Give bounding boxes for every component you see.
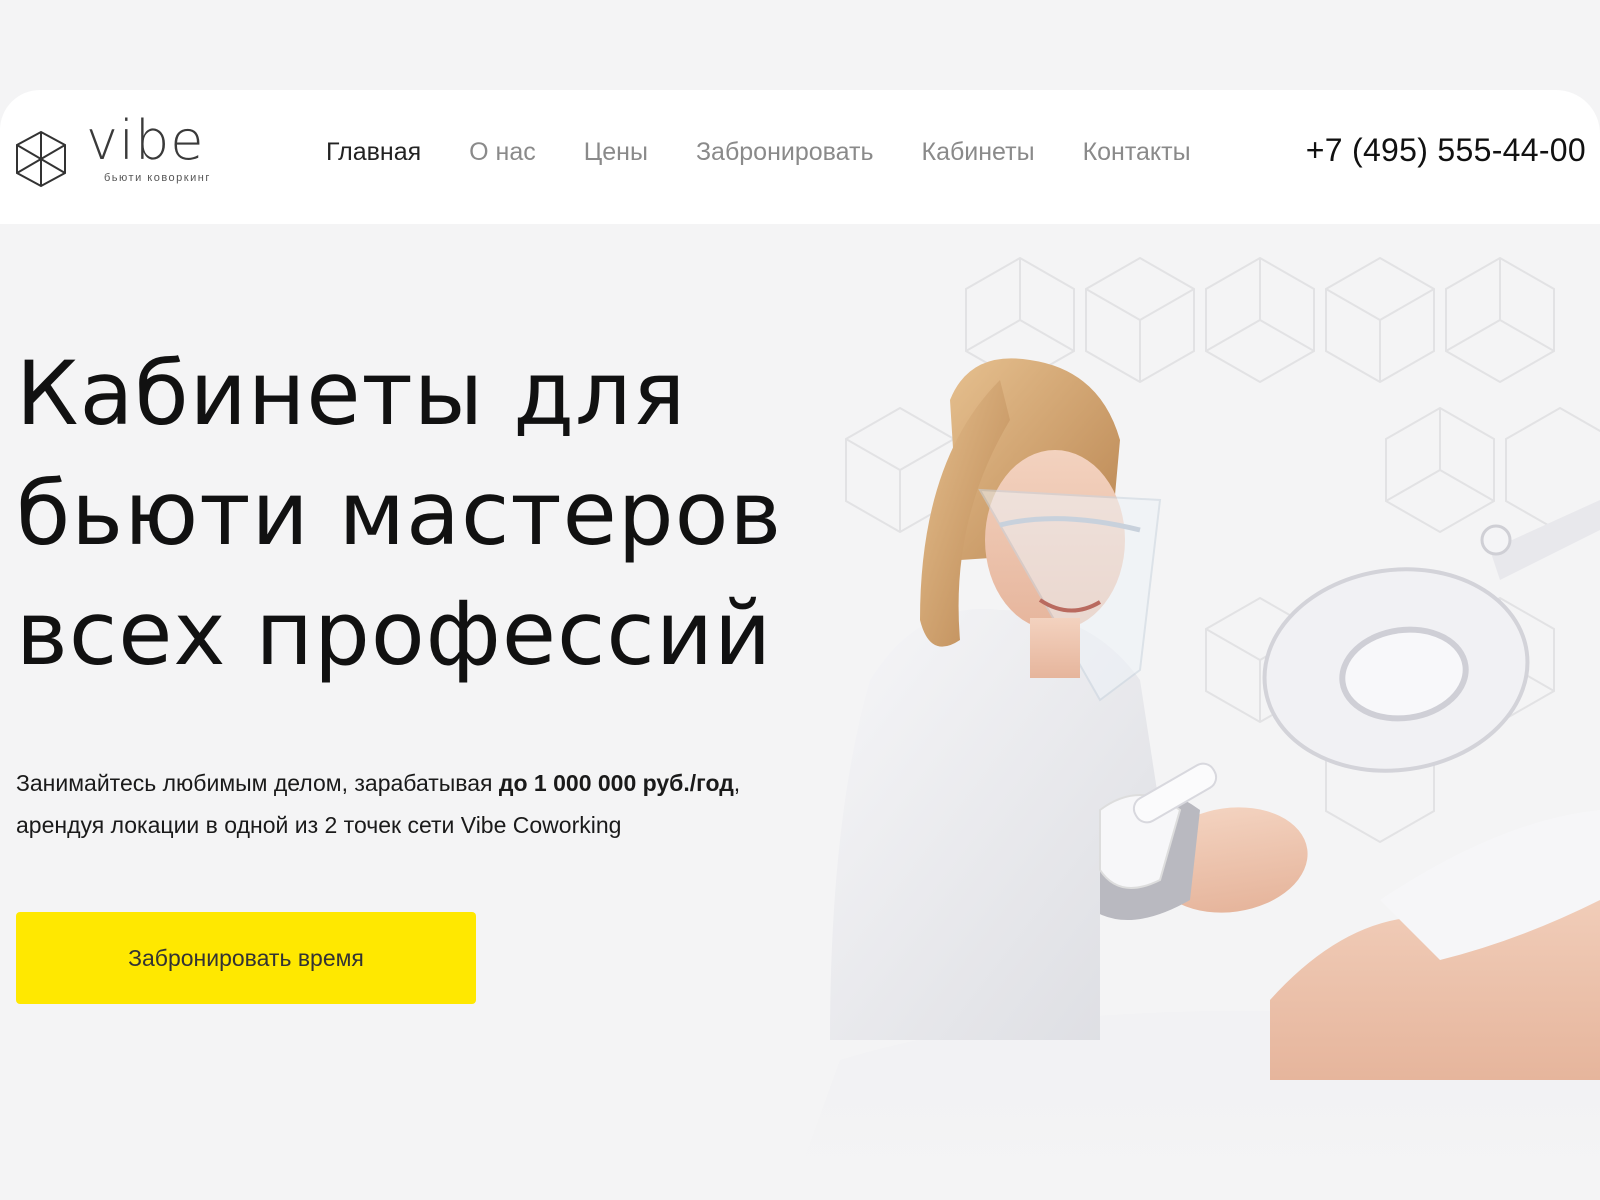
- beautician: [830, 358, 1218, 1040]
- hero-title: Кабинеты для бьюти мастеров всех професс…: [16, 334, 836, 694]
- hero-title-line-1: Кабинеты для: [16, 342, 687, 445]
- phone-link[interactable]: +7 (495) 555-44-00: [1306, 132, 1586, 169]
- nav-link-about[interactable]: О нас: [469, 138, 536, 167]
- book-time-button[interactable]: Забронировать время: [16, 912, 476, 1004]
- magnifier-lamp: [1262, 500, 1600, 773]
- hero-subtitle-income: до 1 000 000 руб./год: [498, 770, 734, 796]
- nav-link-contacts[interactable]: Контакты: [1083, 138, 1191, 167]
- hero-subtitle-comma: ,: [733, 770, 741, 796]
- nav-link-prices[interactable]: Цены: [584, 138, 648, 167]
- page: vibe бьюти коворкинг Главная О нас Цены …: [0, 0, 1600, 1200]
- hero-title-line-3: всех профессий: [16, 582, 773, 685]
- main-nav: Главная О нас Цены Забронировать Кабинет…: [326, 134, 1239, 170]
- hero-subtitle-text: Занимайтесь любимым делом, зарабатывая: [16, 770, 499, 796]
- logo[interactable]: vibe бьюти коворкинг: [14, 114, 214, 190]
- site-header: vibe бьюти коворкинг Главная О нас Цены …: [0, 90, 1600, 224]
- nav-link-home[interactable]: Главная: [326, 138, 421, 167]
- cube-logo-icon: [16, 130, 66, 188]
- hero-subtitle-line-2: арендуя локации в одной из 2 точек сети …: [16, 812, 622, 838]
- logo-tagline: бьюти коворкинг: [104, 172, 211, 184]
- hero-title-line-2: бьюти мастеров: [16, 462, 783, 565]
- hero-subtitle: Занимайтесь любимым делом, зарабатывая д…: [16, 762, 876, 846]
- photo-fade: [780, 1080, 1600, 1200]
- hero-photo: [800, 358, 1600, 1170]
- nav-link-rooms[interactable]: Кабинеты: [922, 138, 1035, 167]
- nav-link-booking[interactable]: Забронировать: [696, 138, 874, 167]
- logo-wordmark: vibe: [86, 109, 205, 172]
